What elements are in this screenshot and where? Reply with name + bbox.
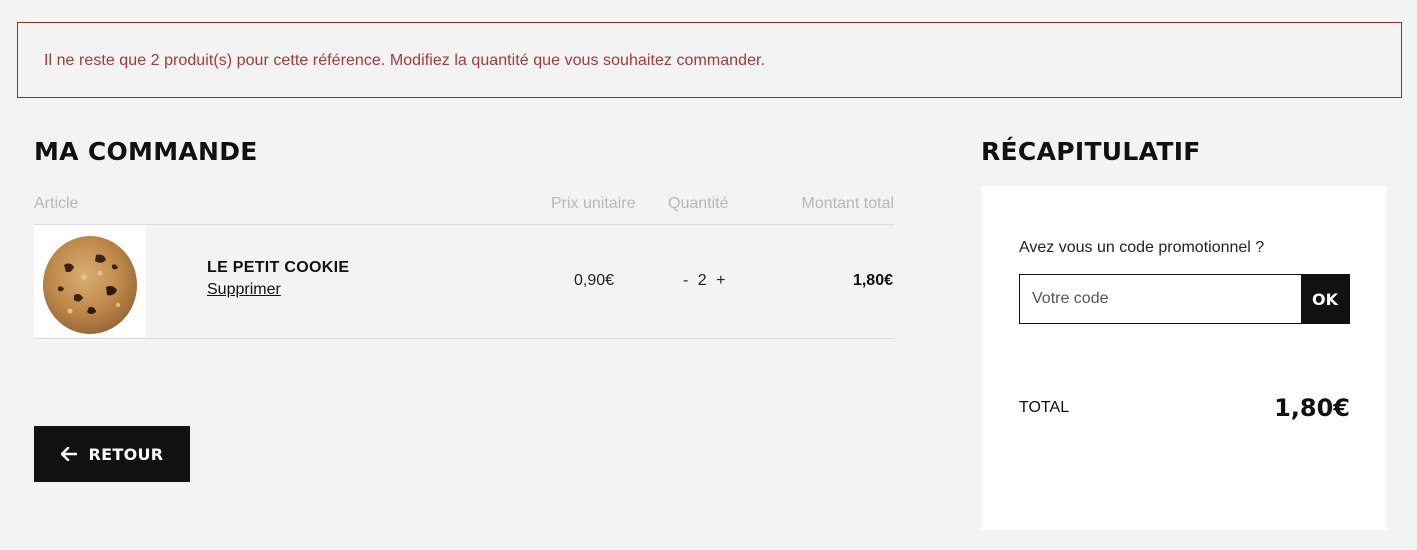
stock-alert: Il ne reste que 2 produit(s) pour cette …: [17, 22, 1402, 98]
arrow-left-icon: [60, 447, 77, 461]
remove-item-link[interactable]: Supprimer: [207, 281, 281, 299]
unit-price: 0,90€: [574, 272, 615, 289]
quantity-value: 2: [697, 272, 707, 289]
table-divider-top: [34, 224, 894, 225]
promo-code-label: Avez vous un code promotionnel ?: [1019, 239, 1265, 256]
promo-code-form: OK: [1019, 274, 1350, 324]
column-unit-price: Prix unitaire: [551, 195, 636, 212]
table-divider-bottom: [34, 338, 894, 339]
promo-code-input[interactable]: [1020, 275, 1301, 323]
promo-submit-button[interactable]: OK: [1301, 275, 1349, 323]
back-button-label: RETOUR: [88, 444, 164, 464]
stock-alert-message: Il ne reste que 2 produit(s) pour cette …: [44, 52, 766, 69]
summary-title: RÉCAPITULATIF: [981, 137, 1201, 166]
total-value: 1,80€: [1274, 394, 1350, 422]
summary-card: Avez vous un code promotionnel ? OK TOTA…: [981, 186, 1387, 530]
column-total: Montant total: [801, 195, 895, 212]
quantity-stepper: - 2 +: [683, 272, 725, 290]
quantity-increase-button[interactable]: +: [716, 272, 725, 289]
column-quantity: Quantité: [668, 195, 729, 212]
cookie-image: [34, 225, 146, 337]
order-title: MA COMMANDE: [34, 137, 258, 166]
back-button[interactable]: RETOUR: [34, 426, 190, 482]
product-name[interactable]: LE PETIT COOKIE: [207, 259, 349, 277]
total-label: TOTAL: [1019, 399, 1070, 416]
quantity-decrease-button[interactable]: -: [683, 272, 688, 289]
line-total: 1,80€: [852, 272, 893, 289]
column-article: Article: [34, 195, 79, 212]
